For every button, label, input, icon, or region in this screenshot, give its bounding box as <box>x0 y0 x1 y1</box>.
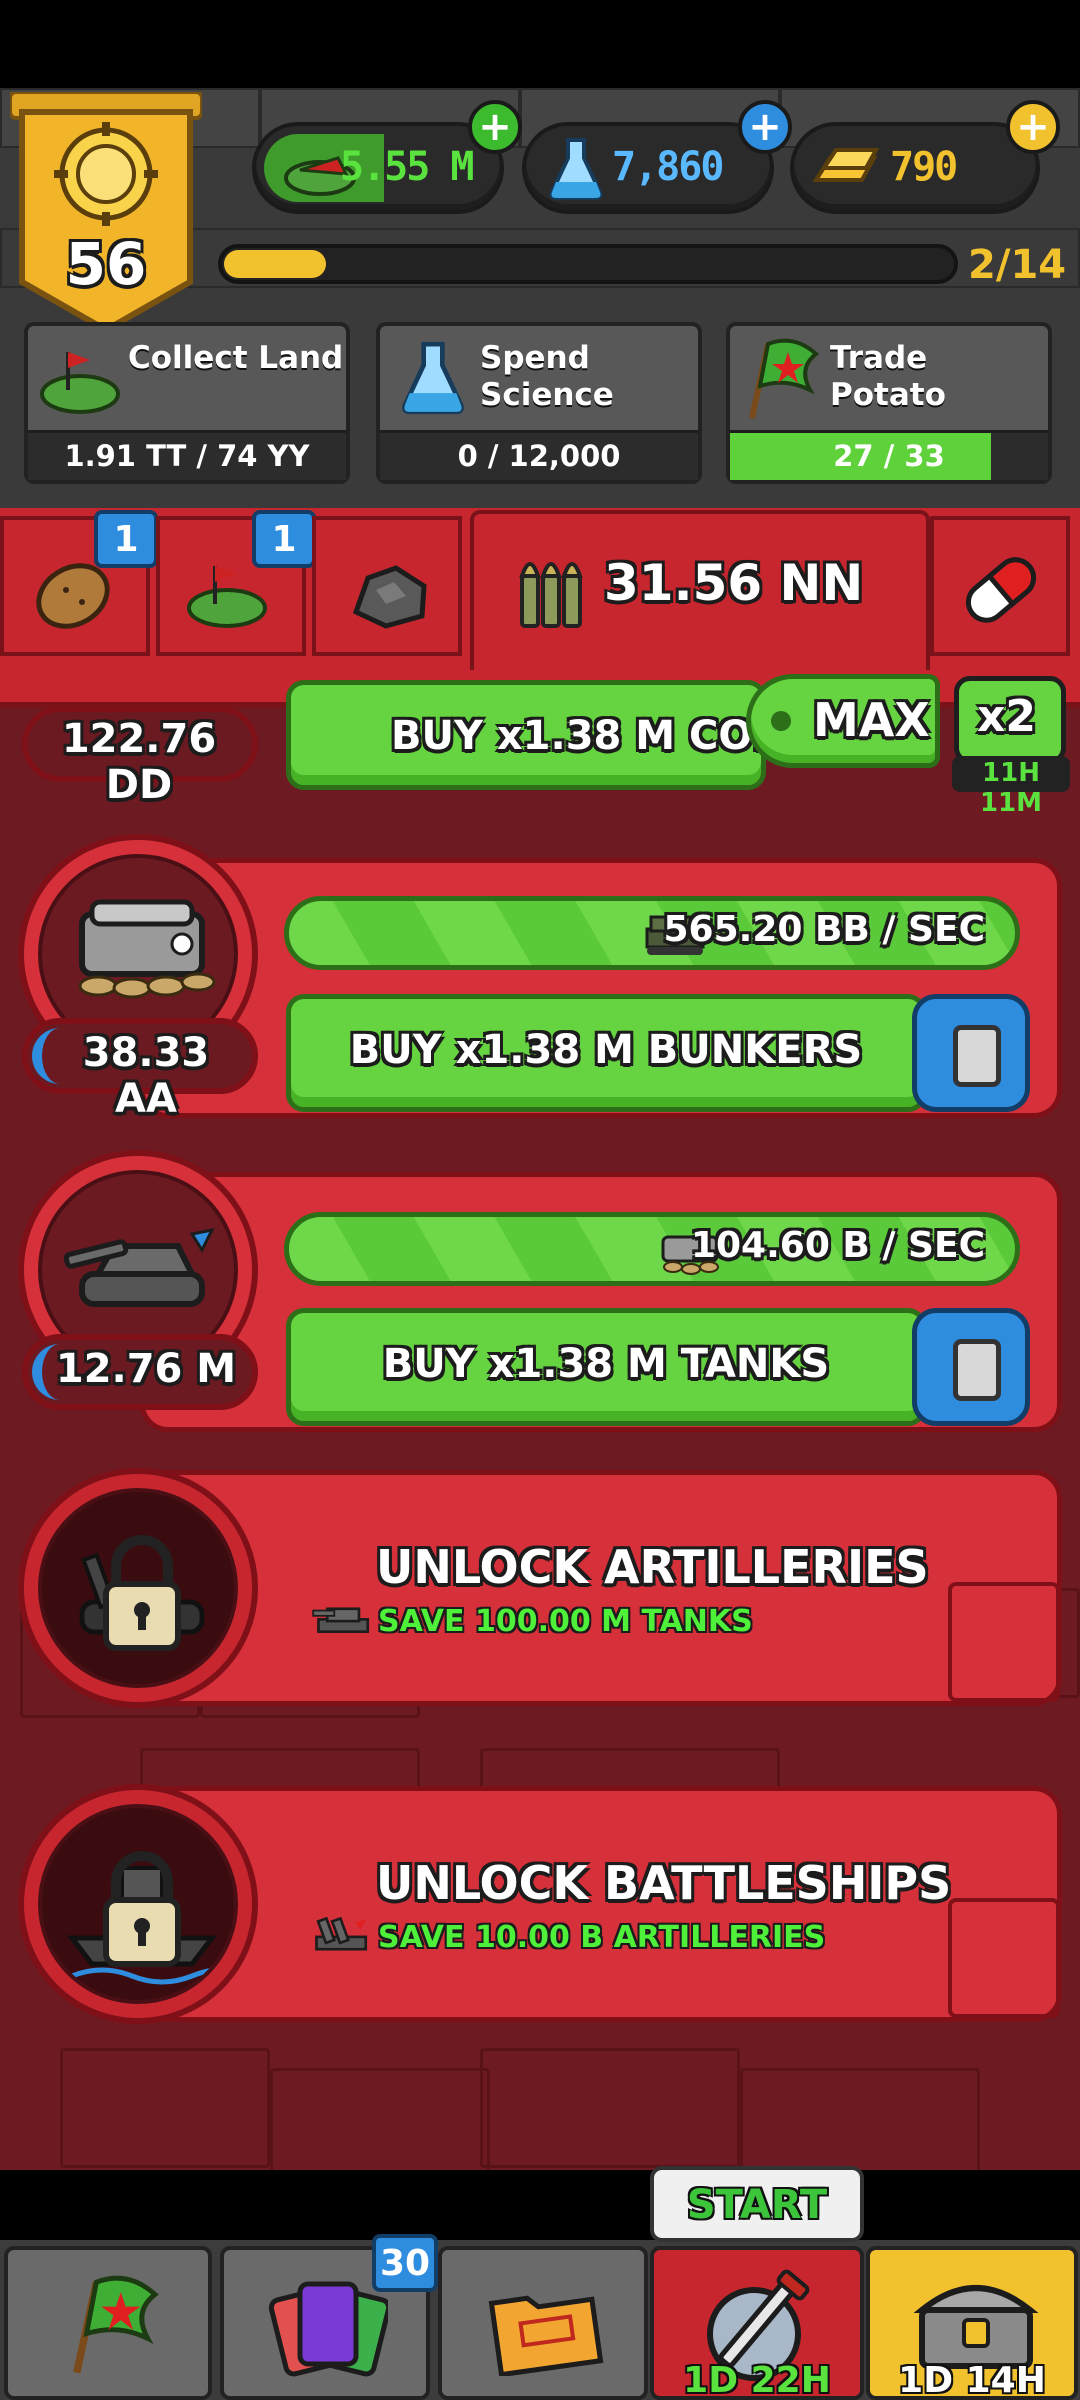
player-level: 56 <box>65 230 147 298</box>
land-resource[interactable]: 5.55 M <box>252 122 504 214</box>
science-value: 7,860 <box>612 144 724 190</box>
unit-count-pill: 38.33 AA <box>22 1018 258 1122</box>
boost-timer: 11H 11M <box>952 756 1070 818</box>
science-resource[interactable]: 7,860 <box>522 122 774 214</box>
gold-resource[interactable]: 790 <box>790 122 1040 214</box>
boost-timer-text: 11H 11M <box>979 758 1043 818</box>
mission-progress: 0 / 12,000 <box>380 430 698 480</box>
mission-title: Spend Science <box>480 340 614 413</box>
panel-corner-plate <box>948 1582 1060 1702</box>
nav-dossier-button[interactable] <box>438 2246 648 2400</box>
event-start-button[interactable]: START <box>650 2166 864 2242</box>
ammo-icon <box>519 562 583 628</box>
ammo-panel: 31.56 NN <box>470 510 930 670</box>
mission-progress-text: 0 / 12,000 <box>457 439 621 473</box>
boost-label: x2 <box>977 691 1036 742</box>
max-toggle-button[interactable]: MAX <box>746 674 940 768</box>
mission-trade-potato[interactable]: Trade Potato 27 / 33 <box>726 322 1052 484</box>
tab-ore[interactable] <box>312 516 462 656</box>
panel-corner-plate <box>948 1898 1060 2018</box>
mission-title: Collect Land <box>128 340 344 376</box>
add-science-button[interactable]: + <box>738 100 792 154</box>
unlock-title: UNLOCK ARTILLERIES <box>376 1540 929 1594</box>
ammo-value: 31.56 NN <box>604 554 864 612</box>
land-badge: 1 <box>252 510 316 568</box>
production-bar: 104.60 B / SEC <box>284 1212 1020 1286</box>
star-flag-icon <box>73 2275 159 2374</box>
max-dot-icon <box>771 711 791 731</box>
mission-progress-text: 27 / 33 <box>833 439 945 473</box>
unit-count: 122.76 DD <box>61 716 217 808</box>
event-start-label: START <box>686 2182 828 2228</box>
cards-icon <box>268 2281 388 2377</box>
mission-spend-science[interactable]: Spend Science 0 / 12,000 <box>376 322 702 484</box>
folder-icon <box>488 2295 604 2376</box>
chest-timer: 1D 14H <box>898 2360 1046 2400</box>
unit-count-pill: 122.76 DD <box>22 706 258 808</box>
battleship-portrait <box>18 1784 258 2024</box>
unlock-requirement: SAVE 100.00 M TANKS <box>378 1604 753 1639</box>
mission-progress-text: 1.91 TT / 74 YY <box>64 439 310 473</box>
ore-icon <box>352 565 427 629</box>
nav-chest-button[interactable]: 1D 14H <box>866 2246 1078 2400</box>
tab-pill[interactable] <box>930 516 1070 656</box>
buy-bunkers-button[interactable]: BUY x1.38 M BUNKERS <box>286 994 926 1112</box>
unit-count: 38.33 AA <box>82 1030 210 1122</box>
flask-icon <box>402 341 464 415</box>
lock-icon <box>79 1535 205 1651</box>
pill-icon <box>965 557 1037 623</box>
nav-campaign-button[interactable] <box>4 2246 212 2400</box>
buy-button-label: BUY x1.38 M TANKS <box>382 1341 830 1387</box>
max-label: MAX <box>813 693 930 747</box>
tank-mini-icon <box>312 1607 370 1633</box>
nav-event-button[interactable]: 1D 22H <box>650 2246 864 2400</box>
unlock-requirement: SAVE 10.00 B ARTILLERIES <box>378 1920 826 1955</box>
buy-button-label: BUY x1.38 M BUNKERS <box>349 1027 863 1073</box>
artillery-portrait <box>18 1468 258 1708</box>
production-rate: 104.60 B / SEC <box>690 1225 985 1266</box>
manager-button[interactable] <box>912 994 1030 1112</box>
unit-count: 12.76 M <box>55 1346 237 1392</box>
production-rate: 565.20 BB / SEC <box>663 909 986 950</box>
status-bar <box>0 0 1080 88</box>
land-value: 5.55 M <box>340 144 474 190</box>
buy-tanks-button[interactable]: BUY x1.38 M TANKS <box>286 1308 926 1426</box>
event-timer: 1D 22H <box>683 2360 831 2400</box>
manager-button[interactable] <box>912 1308 1030 1426</box>
xp-progress-bar <box>218 244 958 284</box>
buy-button[interactable]: BUY x1.38 M COM <box>286 680 766 790</box>
mission-title: Trade Potato <box>830 340 946 413</box>
artillery-mini-icon <box>315 1916 368 1951</box>
unlock-title: UNLOCK BATTLESHIPS <box>376 1856 952 1910</box>
xp-progress-fill <box>224 250 327 278</box>
mission-progress: 1.91 TT / 74 YY <box>28 430 346 480</box>
rank-banner[interactable]: 56 <box>8 90 204 334</box>
xp-count: 2/14 <box>968 242 1067 288</box>
mission-collect-land[interactable]: Collect Land 1.91 TT / 74 YY <box>24 322 350 484</box>
cards-badge: 30 <box>372 2234 438 2292</box>
flask-icon <box>549 138 603 200</box>
add-land-button[interactable]: + <box>468 100 522 154</box>
lock-icon <box>66 1851 234 1985</box>
add-gold-button[interactable]: + <box>1006 100 1060 154</box>
land-flag-icon <box>40 352 120 414</box>
production-bar: 565.20 BB / SEC <box>284 896 1020 970</box>
mission-progress: 27 / 33 <box>730 430 1048 480</box>
unit-count-pill: 12.76 M <box>22 1334 258 1410</box>
manager-card-icon <box>953 1339 1001 1401</box>
star-flag-icon <box>749 338 820 419</box>
gold-bar-icon <box>812 148 880 182</box>
buy-button-label: BUY x1.38 M COM <box>391 713 761 759</box>
potato-badge: 1 <box>94 510 158 568</box>
manager-card-icon <box>953 1025 1001 1087</box>
x2-boost-button[interactable]: x2 <box>954 676 1066 764</box>
gold-value: 790 <box>890 144 958 190</box>
